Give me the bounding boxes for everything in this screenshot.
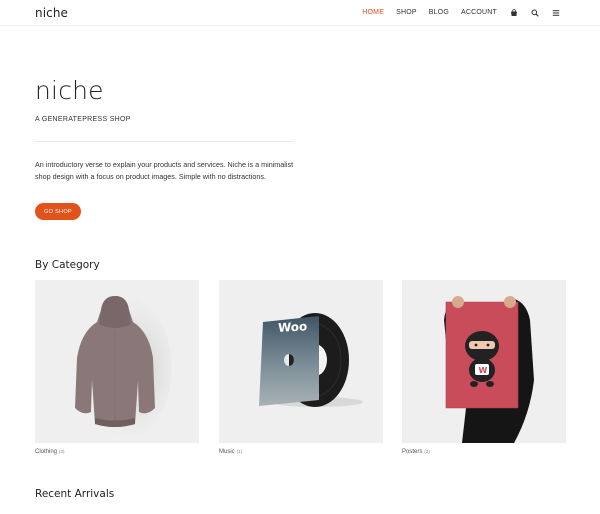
category-card-posters[interactable]: W: [402, 280, 566, 443]
search-icon[interactable]: [530, 8, 539, 17]
main-nav: HOME SHOP BLOG ACCOUNT: [350, 8, 560, 17]
site-logo[interactable]: niche: [35, 6, 68, 20]
woo-logo: Woo: [278, 319, 307, 335]
category-card-clothing[interactable]: [35, 280, 199, 443]
hoodie-image: [75, 296, 172, 438]
hero-title: niche: [35, 76, 104, 105]
cart-icon[interactable]: [509, 8, 518, 17]
nav-home[interactable]: HOME: [362, 9, 384, 16]
ninja-poster-image: W: [444, 296, 534, 443]
category-label-posters[interactable]: Posters (3): [402, 449, 430, 455]
nav-account[interactable]: ACCOUNT: [461, 9, 497, 16]
recent-arrivals-heading: Recent Arrivals: [35, 488, 115, 500]
site-header: niche HOME SHOP BLOG ACCOUNT: [0, 0, 600, 26]
menu-icon[interactable]: [551, 8, 560, 17]
category-card-music[interactable]: Woo: [219, 280, 383, 443]
svg-text:W: W: [479, 366, 488, 375]
hero-description: An introductory verse to explain your pr…: [35, 160, 294, 181]
nav-shop[interactable]: SHOP: [396, 9, 417, 16]
category-label-music[interactable]: Music (1): [219, 449, 242, 455]
hero-divider: [35, 141, 293, 142]
category-label-clothing[interactable]: Clothing (3): [35, 449, 65, 455]
category-heading: By Category: [35, 259, 100, 271]
nav-blog[interactable]: BLOG: [429, 9, 449, 16]
go-shop-button[interactable]: GO SHOP: [35, 203, 81, 220]
vinyl-record-image: Woo: [259, 313, 363, 407]
hero-subtitle: A GENERATEPRESS SHOP: [35, 116, 131, 123]
